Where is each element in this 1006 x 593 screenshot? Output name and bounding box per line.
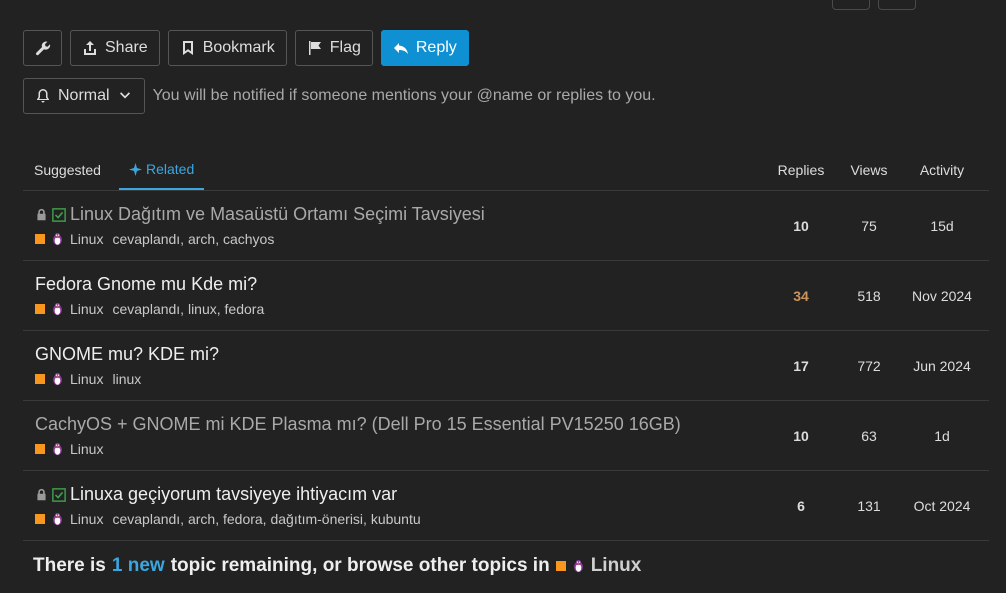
topic-replies[interactable]: 10 [773, 191, 829, 261]
topic-title-link[interactable]: GNOME mu? KDE mi? [35, 344, 219, 365]
category-color-badge [35, 444, 45, 454]
topic-tags[interactable]: linux [112, 371, 141, 387]
topic-tags[interactable]: cevaplandı, linux, fedora [112, 301, 264, 317]
topic-title: Linux Dağıtım ve Masaüstü Ortamı Seçimi … [70, 204, 485, 224]
share-label: Share [105, 39, 148, 56]
topic-replies[interactable]: 17 [773, 331, 829, 401]
topic-row[interactable]: GNOME mu? KDE mi? Linux linux 17 772 Jun… [23, 331, 989, 401]
topic-views: 772 [857, 358, 881, 374]
topic-tags[interactable]: cevaplandı, arch, cachyos [112, 231, 274, 247]
reply-label: Reply [415, 39, 457, 56]
topic-footer-toolbar: Share Bookmark Flag Reply [23, 30, 469, 66]
lock-icon [37, 488, 46, 501]
admin-wrench-button[interactable] [23, 30, 62, 66]
topic-activity[interactable]: 1d [907, 401, 977, 471]
topic-list-header: Suggested Related Replies Views Activity [23, 150, 989, 191]
topic-replies[interactable]: 6 [773, 471, 829, 541]
chevron-down-icon [119, 92, 130, 99]
topic-title-link[interactable]: CachyOS + GNOME mi KDE Plasma mı? (Dell … [35, 414, 681, 435]
flag-label: Flag [329, 39, 361, 56]
topic-meta: Linux cevaplandı, arch, cachyos [35, 231, 274, 247]
topic-row[interactable]: Linuxa geçiyorum tavsiyeye ihtiyacım var… [23, 471, 989, 541]
topic-row[interactable]: Linux Dağıtım ve Masaüstü Ortamı Seçimi … [23, 191, 989, 261]
notification-description: You will be notified if someone mentions… [152, 87, 656, 104]
tab-related-label: Related [146, 161, 195, 177]
category-color-badge [555, 561, 566, 571]
category-link[interactable]: Linux [70, 511, 103, 527]
category-link[interactable]: Linux [70, 371, 103, 387]
notification-level-dropdown[interactable]: Normal [23, 78, 145, 114]
topic-tags[interactable]: cevaplandı, arch, fedora, dağıtım-öneris… [112, 511, 420, 527]
footer-middle: topic remaining, or browse other topics … [170, 555, 550, 576]
category-link[interactable]: Linux [70, 441, 103, 457]
category-link[interactable]: Linux [70, 231, 103, 247]
solved-check-icon [52, 487, 66, 502]
topic-replies[interactable]: 10 [773, 401, 829, 471]
column-header-replies[interactable]: Replies [773, 150, 829, 190]
category-color-badge [35, 374, 45, 384]
topic-list: Linux Dağıtım ve Masaüstü Ortamı Seçimi … [23, 191, 989, 541]
category-color-badge [35, 514, 45, 524]
tux-icon [53, 442, 62, 456]
topic-meta: Linux cevaplandı, linux, fedora [35, 301, 264, 317]
bookmark-label: Bookmark [202, 39, 275, 56]
topic-views: 131 [857, 498, 881, 514]
new-topics-link[interactable]: 1 new [112, 555, 165, 577]
flag-icon [308, 41, 321, 55]
top-buttons-partial [832, 0, 916, 10]
topic-row[interactable]: Fedora Gnome mu Kde mi? Linux cevaplandı… [23, 261, 989, 331]
tux-icon [53, 512, 62, 526]
share-icon [84, 41, 96, 55]
tab-related[interactable]: Related [119, 150, 205, 190]
flag-button[interactable]: Flag [294, 30, 373, 66]
footer-prefix: There is [33, 555, 106, 576]
suggested-topics-footer: There is 1 new topic remaining, or brows… [33, 555, 641, 577]
bookmark-icon [182, 41, 193, 55]
column-header-activity[interactable]: Activity [907, 150, 977, 190]
topic-row[interactable]: CachyOS + GNOME mi KDE Plasma mı? (Dell … [23, 401, 989, 471]
category-color-badge [35, 304, 45, 314]
tux-icon [53, 372, 62, 386]
topic-title-link[interactable]: Linux Dağıtım ve Masaüstü Ortamı Seçimi … [35, 204, 485, 225]
topic-title: Linuxa geçiyorum tavsiyeye ihtiyacım var [70, 484, 398, 504]
topic-activity[interactable]: Nov 2024 [907, 261, 977, 331]
solved-check-icon [52, 207, 66, 222]
topic-views: 518 [857, 288, 881, 304]
topic-meta: Linux linux [35, 371, 141, 387]
topic-meta: Linux [35, 441, 112, 457]
bookmark-button[interactable]: Bookmark [167, 30, 287, 66]
topic-title-link[interactable]: Fedora Gnome mu Kde mi? [35, 274, 257, 295]
lock-icon [37, 208, 46, 221]
topic-views: 63 [861, 428, 877, 444]
topic-activity[interactable]: 15d [907, 191, 977, 261]
reply-icon [393, 43, 408, 54]
topic-title-link[interactable]: Linuxa geçiyorum tavsiyeye ihtiyacım var [35, 484, 397, 505]
wrench-icon [35, 41, 50, 56]
column-header-views[interactable]: Views [841, 150, 897, 190]
topic-activity[interactable]: Oct 2024 [907, 471, 977, 541]
topic-title: CachyOS + GNOME mi KDE Plasma mı? (Dell … [35, 414, 681, 434]
tux-icon [573, 559, 583, 573]
category-color-badge [35, 234, 45, 244]
notification-area: Normal You will be notified if someone m… [23, 78, 656, 114]
topic-replies[interactable]: 34 [773, 261, 829, 331]
bell-icon [37, 89, 49, 103]
topic-title: Fedora Gnome mu Kde mi? [35, 274, 258, 294]
topic-title: GNOME mu? KDE mi? [35, 344, 220, 364]
category-link[interactable]: Linux [70, 301, 103, 317]
reply-button[interactable]: Reply [380, 30, 469, 66]
tab-suggested[interactable]: Suggested [34, 150, 101, 190]
share-button[interactable]: Share [70, 30, 160, 66]
topic-views: 75 [861, 218, 877, 234]
topic-activity[interactable]: Jun 2024 [907, 331, 977, 401]
notification-level-label: Normal [58, 87, 110, 104]
tux-icon [53, 302, 62, 316]
topic-meta: Linux cevaplandı, arch, fedora, dağıtım-… [35, 511, 421, 527]
sparkle-icon [129, 162, 142, 176]
tux-icon [53, 232, 62, 246]
footer-category-link[interactable]: Linux [591, 555, 642, 577]
